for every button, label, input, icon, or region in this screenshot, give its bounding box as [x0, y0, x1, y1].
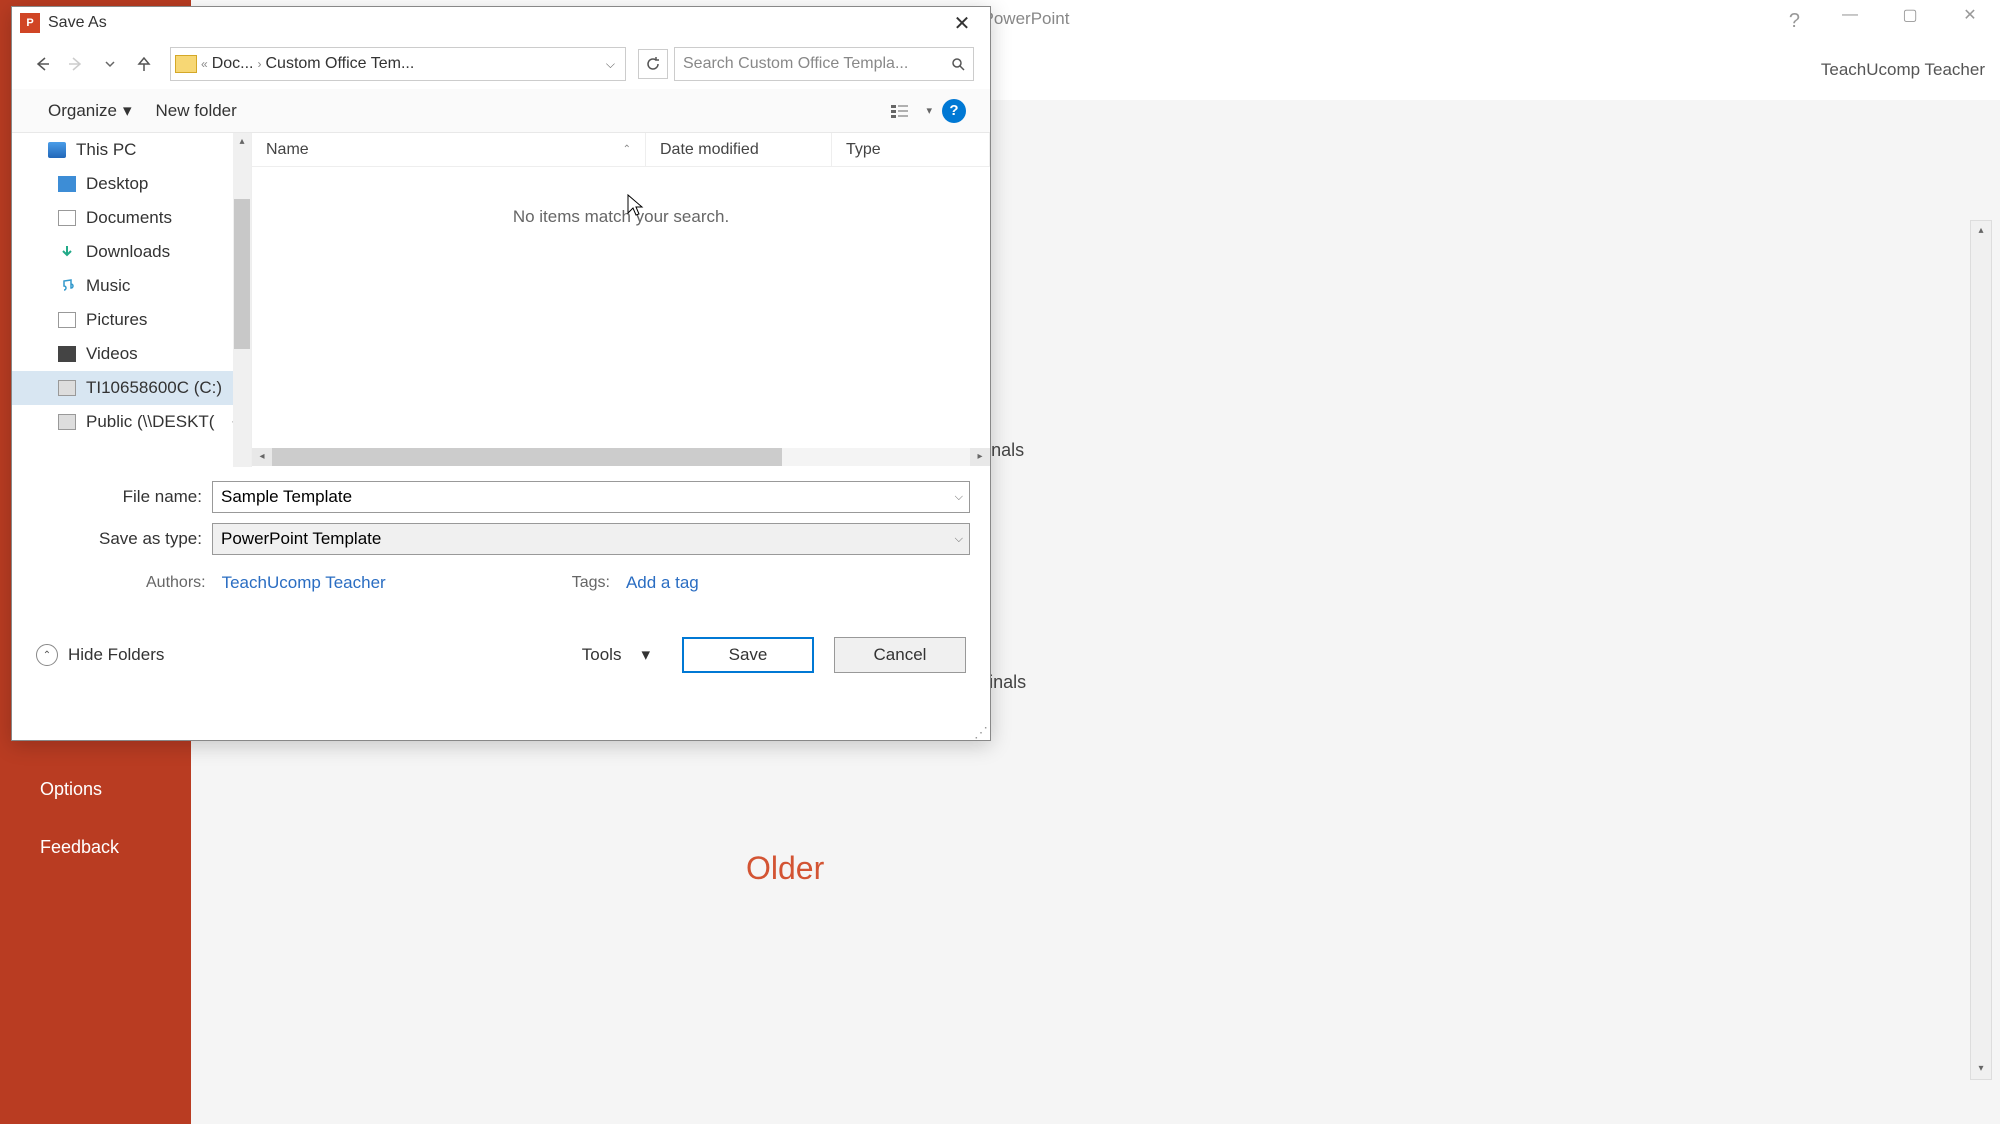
scroll-track[interactable]	[272, 448, 970, 466]
document-icon	[58, 210, 76, 226]
tools-button[interactable]: Tools ▾	[570, 641, 662, 669]
scroll-left-icon[interactable]: ◂	[252, 448, 272, 466]
empty-message: No items match your search.	[252, 167, 990, 267]
drive-icon	[58, 380, 76, 396]
folder-icon	[175, 55, 197, 73]
file-name-row: File name: Sample Template ⌵	[32, 481, 970, 513]
chevron-down-icon[interactable]: ▾	[926, 104, 932, 117]
dialog-nav: « Doc... › Custom Office Tem... ⌵ Search…	[12, 39, 990, 89]
resize-grip-icon[interactable]: ⋰	[974, 724, 988, 738]
sort-asc-icon: ⌃	[623, 144, 631, 155]
folder-tree: This PC Desktop Documents Downloads	[12, 133, 252, 467]
close-icon[interactable]: ✕	[1940, 0, 2000, 30]
chevron-up-icon: ⌃	[36, 644, 58, 666]
search-placeholder: Search Custom Office Templa...	[683, 55, 951, 73]
sidebar-feedback[interactable]: Feedback	[0, 823, 159, 872]
chevron-down-icon[interactable]: ⌵	[955, 533, 963, 546]
dialog-body: This PC Desktop Documents Downloads	[12, 133, 990, 467]
tree-scrollbar[interactable]: ▴	[233, 133, 251, 467]
tree-downloads[interactable]: Downloads	[12, 235, 251, 269]
tree-desktop[interactable]: Desktop	[12, 167, 251, 201]
save-button[interactable]: Save	[682, 637, 814, 673]
view-options-button[interactable]	[884, 99, 916, 123]
user-name[interactable]: TeachUcomp Teacher	[1821, 60, 1985, 80]
dialog-titlebar: P Save As ✕	[12, 7, 990, 39]
tags-label: Tags:	[572, 574, 610, 592]
column-type[interactable]: Type	[832, 133, 990, 166]
tree-drive-c[interactable]: TI10658600C (C:)	[12, 371, 251, 405]
column-name[interactable]: Name ⌃	[252, 133, 646, 166]
file-name-input[interactable]: Sample Template ⌵	[212, 481, 970, 513]
authors-value[interactable]: TeachUcomp Teacher	[222, 573, 386, 593]
content-scrollbar[interactable]: ▴ ▾	[1970, 220, 1992, 1080]
authors-label: Authors:	[146, 574, 206, 592]
dialog-fields: File name: Sample Template ⌵ Save as typ…	[12, 467, 990, 607]
dialog-toolbar: Organize ▾ New folder ▾ ?	[12, 89, 990, 133]
network-drive-icon	[58, 414, 76, 430]
dialog-title: Save As	[48, 14, 942, 32]
search-input[interactable]: Search Custom Office Templa...	[674, 47, 974, 81]
new-folder-button[interactable]: New folder	[144, 95, 249, 127]
hide-folders-button[interactable]: ⌃ Hide Folders	[36, 644, 164, 666]
maximize-icon[interactable]: ▢	[1880, 0, 1940, 30]
recent-locations-button[interactable]	[96, 50, 124, 78]
chevron-left-icon: «	[201, 57, 208, 71]
older-heading: Older	[746, 850, 824, 887]
pc-icon	[48, 142, 66, 158]
music-icon	[58, 278, 76, 294]
help-button[interactable]: ?	[942, 99, 966, 123]
meta-row: Authors: TeachUcomp Teacher Tags: Add a …	[32, 565, 970, 593]
file-list: Name ⌃ Date modified Type No items match…	[252, 133, 990, 467]
refresh-button[interactable]	[638, 49, 668, 79]
breadcrumb-dropdown-icon[interactable]: ⌵	[606, 57, 621, 72]
scroll-up-icon[interactable]: ▴	[233, 133, 251, 151]
download-icon	[58, 244, 76, 260]
tree-this-pc[interactable]: This PC	[12, 133, 251, 167]
breadcrumb-seg-2[interactable]: Custom Office Tem...	[265, 55, 414, 73]
horizontal-scrollbar[interactable]: ◂ ▸	[252, 447, 990, 467]
save-type-row: Save as type: PowerPoint Template ⌵	[32, 523, 970, 555]
save-type-label: Save as type:	[32, 529, 212, 549]
desktop-icon	[58, 176, 76, 192]
save-as-dialog: P Save As ✕ « Doc... › Custom Office Tem…	[11, 6, 991, 741]
window-controls: — ▢ ✕	[1820, 0, 2000, 30]
file-name-label: File name:	[32, 487, 212, 507]
tree-music[interactable]: Music	[12, 269, 251, 303]
scroll-right-icon[interactable]: ▸	[970, 448, 990, 466]
cancel-button[interactable]: Cancel	[834, 637, 966, 673]
tree-documents[interactable]: Documents	[12, 201, 251, 235]
powerpoint-icon: P	[20, 13, 40, 33]
breadcrumb[interactable]: « Doc... › Custom Office Tem... ⌵	[170, 47, 626, 81]
chevron-down-icon: ▾	[641, 645, 650, 665]
tags-value[interactable]: Add a tag	[626, 573, 699, 593]
dialog-close-button[interactable]: ✕	[942, 9, 982, 37]
videos-icon	[58, 346, 76, 362]
cursor-icon	[626, 193, 644, 217]
dialog-footer: ⌃ Hide Folders Tools ▾ Save Cancel	[12, 607, 990, 691]
scroll-thumb[interactable]	[272, 448, 782, 466]
save-type-select[interactable]: PowerPoint Template ⌵	[212, 523, 970, 555]
search-icon[interactable]	[951, 57, 965, 71]
column-date[interactable]: Date modified	[646, 133, 832, 166]
up-button[interactable]	[130, 50, 158, 78]
scroll-up-icon[interactable]: ▴	[1971, 221, 1991, 241]
chevron-down-icon: ▾	[123, 101, 132, 121]
list-header: Name ⌃ Date modified Type	[252, 133, 990, 167]
tree-public[interactable]: Public (\\DESKT( ⌵	[12, 405, 251, 439]
minimize-icon[interactable]: —	[1820, 0, 1880, 30]
sidebar-options[interactable]: Options	[0, 765, 142, 814]
chevron-right-icon: ›	[257, 57, 261, 71]
tree-videos[interactable]: Videos	[12, 337, 251, 371]
pictures-icon	[58, 312, 76, 328]
tree-pictures[interactable]: Pictures	[12, 303, 251, 337]
forward-button[interactable]	[62, 50, 90, 78]
back-button[interactable]	[28, 50, 56, 78]
scroll-down-icon[interactable]: ▾	[1971, 1059, 1991, 1079]
help-icon[interactable]: ?	[1789, 10, 1800, 33]
scroll-thumb[interactable]	[234, 199, 250, 349]
breadcrumb-seg-1[interactable]: Doc...	[212, 55, 254, 73]
chevron-down-icon[interactable]: ⌵	[955, 491, 963, 504]
organize-button[interactable]: Organize ▾	[36, 95, 144, 127]
